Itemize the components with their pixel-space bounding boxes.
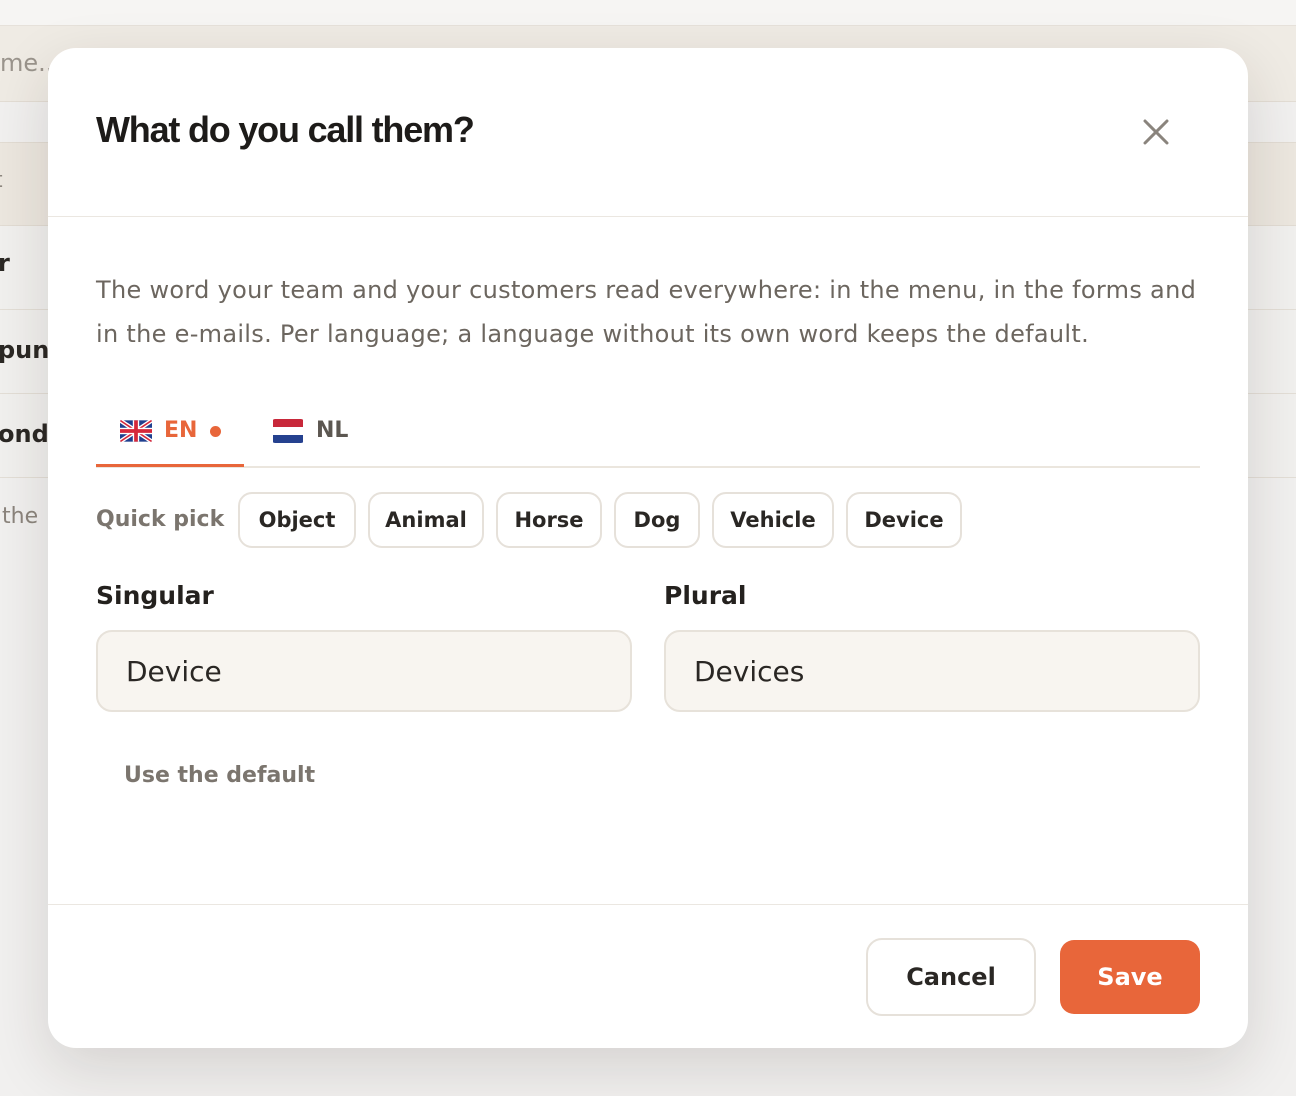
quick-pick-horse[interactable]: Horse xyxy=(496,492,602,548)
quick-pick-vehicle[interactable]: Vehicle xyxy=(712,492,834,548)
active-tab-indicator xyxy=(96,464,244,467)
unsaved-changes-dot xyxy=(210,425,222,437)
background-topbar xyxy=(0,0,1296,26)
background-footer-text: the xyxy=(2,504,39,529)
save-button[interactable]: Save xyxy=(1060,940,1200,1014)
quick-pick-dog[interactable]: Dog xyxy=(614,492,700,548)
dialog-footer-divider xyxy=(48,904,1248,905)
dialog-description: The word your team and your customers re… xyxy=(96,276,1197,348)
tab-nl[interactable]: NL xyxy=(272,396,372,466)
singular-label: Singular xyxy=(96,581,214,610)
close-button[interactable] xyxy=(1136,112,1176,152)
use-default-button[interactable]: Use the default xyxy=(124,761,315,791)
tab-en-label: EN xyxy=(164,418,198,443)
uk-flag-icon xyxy=(120,419,152,443)
singular-input[interactable]: Device xyxy=(96,630,632,712)
close-icon xyxy=(1143,119,1169,145)
naming-dialog: What do you call them? The word your tea… xyxy=(48,48,1248,1048)
nl-flag-icon xyxy=(273,419,303,443)
cancel-button[interactable]: Cancel xyxy=(866,938,1036,1016)
plural-label: Plural xyxy=(664,581,747,610)
tab-divider xyxy=(96,466,1200,468)
background-row-text: pun xyxy=(0,336,50,364)
dialog-title: What do you call them? xyxy=(96,109,475,150)
background-row-text: r xyxy=(0,249,10,277)
plural-input[interactable]: Devices xyxy=(664,630,1200,712)
tab-nl-label: NL xyxy=(316,418,349,443)
quick-pick-object[interactable]: Object xyxy=(238,492,356,548)
background-header-text: t xyxy=(0,168,3,193)
quick-pick-label: Quick pick xyxy=(96,507,225,532)
quick-pick-animal[interactable]: Animal xyxy=(368,492,484,548)
quick-pick-device[interactable]: Device xyxy=(846,492,962,548)
tab-en[interactable]: EN xyxy=(96,396,244,466)
